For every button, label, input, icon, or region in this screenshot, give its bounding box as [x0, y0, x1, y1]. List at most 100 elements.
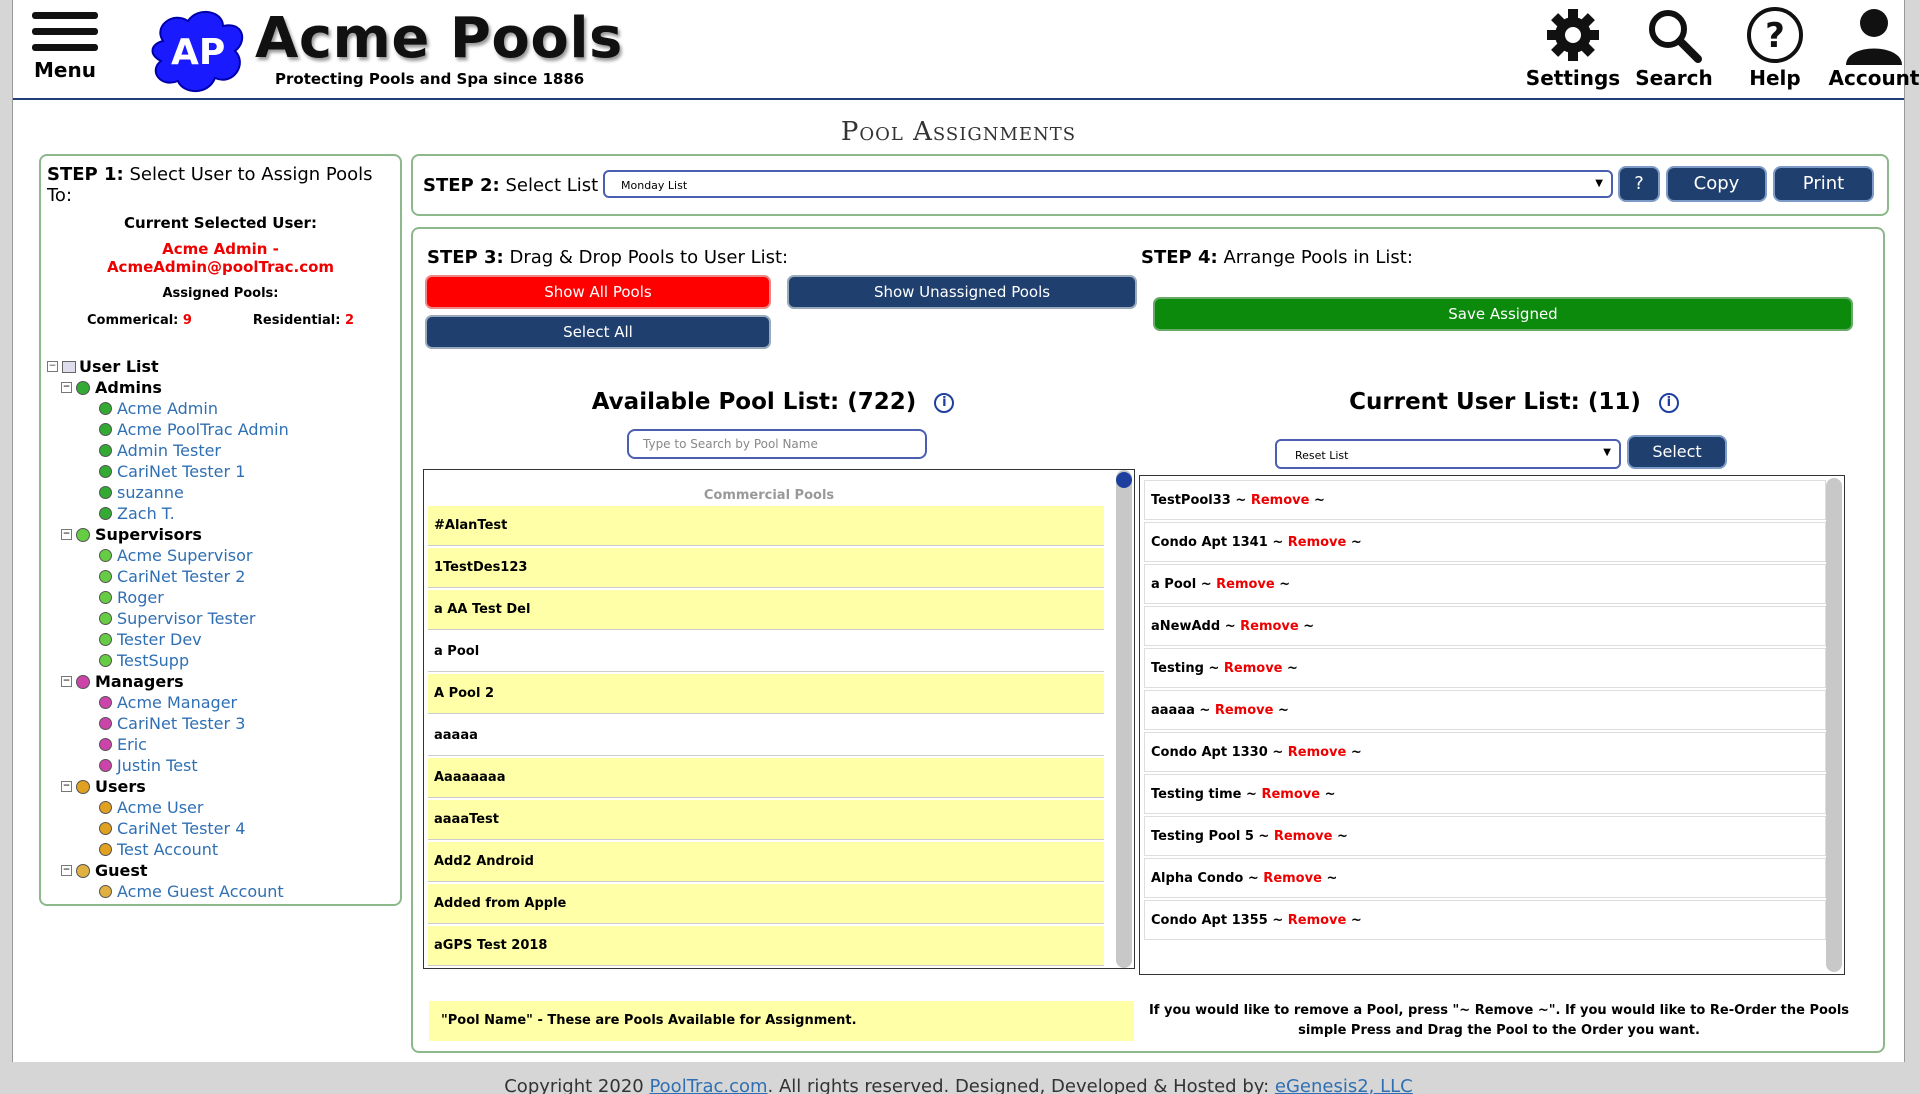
tree-user[interactable]: Acme Supervisor [47, 545, 394, 566]
select-button[interactable]: Select [1627, 435, 1727, 469]
search-button[interactable]: Search [1625, 4, 1723, 90]
tree-user[interactable]: CariNet Tester 2 [47, 566, 394, 587]
current-pool-row[interactable]: Condo Apt 1330 ~ Remove ~ [1144, 732, 1826, 772]
list-help-button[interactable]: ? [1618, 166, 1660, 202]
group-icon [76, 779, 90, 794]
available-pool-list[interactable]: Commercial Pools #AlanTest 1TestDes123 a A… [423, 469, 1135, 969]
collapse-icon[interactable]: − [61, 865, 72, 876]
egenesis-link[interactable]: eGenesis2, LLC [1275, 1076, 1413, 1094]
info-icon[interactable]: i [934, 392, 955, 413]
collapse-icon[interactable]: − [47, 361, 58, 372]
current-pool-row[interactable]: aNewAdd ~ Remove ~ [1144, 606, 1826, 646]
chevron-down-icon: ▼ [1595, 178, 1603, 189]
select-all-button[interactable]: Select All [425, 315, 771, 349]
current-user-list[interactable]: TestPool33 ~ Remove ~ Condo Apt 1341 ~ Re… [1139, 475, 1845, 975]
remove-link[interactable]: ~ Remove ~ [1199, 703, 1288, 718]
tree-user[interactable]: Test Account [47, 839, 394, 860]
current-pool-row[interactable]: aaaaa ~ Remove ~ [1144, 690, 1826, 730]
tree-user[interactable]: Roger [47, 587, 394, 608]
save-assigned-button[interactable]: Save Assigned [1153, 297, 1853, 331]
list-select[interactable]: Monday List ▼ [603, 170, 1613, 198]
tree-user[interactable]: suzanne [47, 482, 394, 503]
current-pool-row[interactable]: Testing Pool 5 ~ Remove ~ [1144, 816, 1826, 856]
tree-user[interactable]: Zach T. [47, 503, 394, 524]
available-pool-row[interactable]: A Pool 2 [428, 674, 1104, 714]
remove-link[interactable]: ~ Remove ~ [1208, 661, 1297, 676]
step4-heading: STEP 4: Arrange Pools in List: [1141, 247, 1413, 268]
remove-link[interactable]: ~ Remove ~ [1248, 871, 1337, 886]
available-pool-row[interactable]: Aaaaaaaa [428, 758, 1104, 798]
show-all-pools-button[interactable]: Show All Pools [425, 275, 771, 309]
remove-link[interactable]: ~ Remove ~ [1272, 913, 1361, 928]
tree-user[interactable]: Acme Manager [47, 692, 394, 713]
remove-link[interactable]: ~ Remove ~ [1201, 577, 1290, 592]
assigned-pools-label: Assigned Pools: [162, 286, 279, 301]
help-button[interactable]: ? Help [1725, 4, 1825, 90]
scrollbar[interactable] [1116, 470, 1132, 968]
current-pool-row[interactable]: Alpha Condo ~ Remove ~ [1144, 858, 1826, 898]
menu-button[interactable]: Menu [29, 4, 101, 82]
tree-user[interactable]: TestSupp [47, 650, 394, 671]
available-pool-row[interactable]: a Pool [428, 632, 1104, 672]
tree-user[interactable]: Justin Test [47, 755, 394, 776]
tree-user[interactable]: Acme Admin [47, 398, 394, 419]
print-button[interactable]: Print [1773, 166, 1874, 202]
pool-search-input[interactable]: Type to Search by Pool Name [627, 429, 927, 459]
collapse-icon[interactable]: − [61, 529, 72, 540]
collapse-icon[interactable]: − [61, 676, 72, 687]
tree-group[interactable]: − Guest [47, 860, 394, 881]
copy-button[interactable]: Copy [1666, 166, 1767, 202]
pooltrac-link[interactable]: PoolTrac.com [649, 1076, 767, 1094]
tree-group[interactable]: − Admins [47, 377, 394, 398]
tree-user[interactable]: Acme PoolTrac Admin [47, 419, 394, 440]
tree-user[interactable]: Admin Tester [47, 440, 394, 461]
current-pool-row[interactable]: Condo Apt 1355 ~ Remove ~ [1144, 900, 1826, 940]
tree-group[interactable]: − Users [47, 776, 394, 797]
tree-group-label: Admins [95, 378, 162, 397]
user-icon [99, 717, 112, 730]
tree-user[interactable]: Acme User [47, 797, 394, 818]
remove-link[interactable]: ~ Remove ~ [1235, 493, 1324, 508]
tree-group[interactable]: − Managers [47, 671, 394, 692]
remove-link[interactable]: ~ Remove ~ [1272, 745, 1361, 760]
current-pool-row[interactable]: a Pool ~ Remove ~ [1144, 564, 1826, 604]
remove-link[interactable]: ~ Remove ~ [1258, 829, 1347, 844]
available-pool-row[interactable]: aGPS Test 2018 [428, 926, 1104, 966]
available-pool-row[interactable]: 1TestDes123 [428, 548, 1104, 588]
tree-user-label: Justin Test [117, 756, 198, 775]
available-pool-row[interactable]: Added from Apple [428, 884, 1104, 924]
tree-user[interactable]: CariNet Tester 3 [47, 713, 394, 734]
tree-user[interactable]: CariNet Tester 1 [47, 461, 394, 482]
tree-user[interactable]: Tester Dev [47, 629, 394, 650]
current-pool-row[interactable]: TestPool33 ~ Remove ~ [1144, 480, 1826, 520]
account-button[interactable]: Account [1819, 4, 1920, 90]
current-pool-row[interactable]: Testing time ~ Remove ~ [1144, 774, 1826, 814]
remove-link[interactable]: ~ Remove ~ [1272, 535, 1361, 550]
tree-user[interactable]: Supervisor Tester [47, 608, 394, 629]
scrollbar[interactable] [1826, 478, 1842, 972]
tree-group[interactable]: − Supervisors [47, 524, 394, 545]
remove-link[interactable]: ~ Remove ~ [1246, 787, 1335, 802]
info-icon[interactable]: i [1658, 392, 1679, 413]
tree-user[interactable]: CariNet Tester 4 [47, 818, 394, 839]
current-pool-row[interactable]: Condo Apt 1341 ~ Remove ~ [1144, 522, 1826, 562]
collapse-icon[interactable]: − [61, 382, 72, 393]
available-pool-row[interactable]: aaaaa [428, 716, 1104, 756]
tree-user[interactable]: Eric [47, 734, 394, 755]
tree-root[interactable]: − User List [47, 356, 394, 377]
available-pool-row[interactable]: Add2 Android [428, 842, 1104, 882]
available-pool-row[interactable]: a AA Test Del [428, 590, 1104, 630]
show-unassigned-button[interactable]: Show Unassigned Pools [787, 275, 1137, 309]
current-pool-row[interactable]: Testing ~ Remove ~ [1144, 648, 1826, 688]
reset-list-select[interactable]: Reset List ▼ [1275, 439, 1621, 469]
group-icon [76, 380, 90, 395]
settings-button[interactable]: Settings [1523, 4, 1623, 90]
logo[interactable]: AP [143, 6, 253, 96]
collapse-icon[interactable]: − [61, 781, 72, 792]
search-icon [1649, 10, 1702, 63]
tree-user[interactable]: Acme Guest Account [47, 881, 394, 902]
available-pool-row[interactable]: #AlanTest [428, 506, 1104, 546]
remove-link[interactable]: ~ Remove ~ [1225, 619, 1314, 634]
available-pool-row[interactable]: aaaaTest [428, 800, 1104, 840]
scrollbar-thumb[interactable] [1116, 472, 1132, 488]
